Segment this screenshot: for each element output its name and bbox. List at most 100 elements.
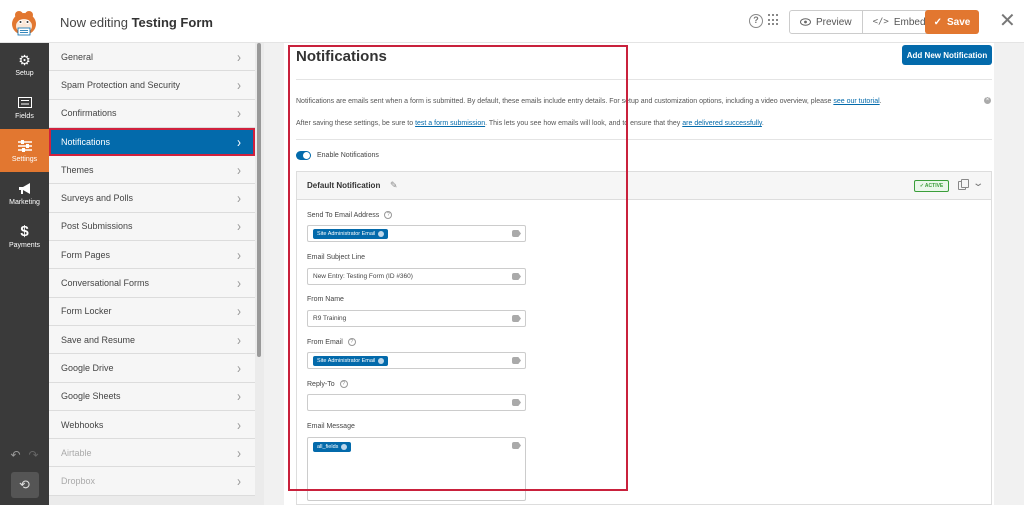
sidebar-scrollbar[interactable]	[257, 43, 261, 357]
smart-tags-icon[interactable]	[512, 230, 521, 237]
chevron-right-icon: ›	[237, 246, 241, 264]
settings-nav-form-pages[interactable]: Form Pages ›	[49, 241, 255, 270]
nav-label: Form Pages	[61, 249, 111, 260]
settings-nav-webhooks[interactable]: Webhooks ›	[49, 410, 255, 440]
remove-tag-icon[interactable]	[378, 357, 385, 364]
settings-nav-google-drive[interactable]: Google Drive ›	[49, 354, 255, 383]
rail-item-settings[interactable]: Settings	[0, 129, 49, 172]
divider	[296, 139, 992, 140]
nav-label: Notifications	[61, 136, 111, 147]
from-name-field[interactable]: R9 Training	[307, 310, 526, 327]
code-icon: </>	[872, 17, 889, 27]
delivered-link[interactable]: are delivered successfully	[682, 120, 762, 127]
close-icon[interactable]: ✕	[999, 11, 1016, 31]
smart-tags-icon[interactable]	[512, 357, 521, 364]
add-new-notification-button[interactable]: Add New Notification	[902, 45, 992, 65]
notification-card: Default Notification ✎ ✓ ACTIVE ⌄ Send To…	[296, 171, 992, 505]
preview-button[interactable]: Preview	[790, 11, 862, 33]
embed-label: Embed	[893, 16, 926, 28]
preview-embed-group: Preview </> Embed	[789, 10, 937, 34]
undo-redo: ↶ ↷	[0, 448, 49, 466]
rail-item-fields[interactable]: Fields	[0, 86, 49, 129]
nav-label: Themes	[61, 164, 94, 175]
test-submission-link[interactable]: test a form submission	[415, 120, 485, 127]
rail-item-label: Payments	[8, 241, 41, 249]
send-to-field[interactable]: Site Administrator Email	[307, 225, 526, 242]
subject-label-text: Email Subject Line	[307, 254, 365, 261]
help-icon[interactable]: ?	[339, 380, 348, 388]
help-icon[interactable]: ?	[749, 14, 763, 28]
nav-label: Google Drive	[61, 362, 114, 373]
enable-notifications-toggle[interactable]	[296, 151, 311, 160]
remove-tag-icon[interactable]	[341, 444, 348, 450]
nav-label: Post Submissions	[61, 221, 133, 232]
notification-card-header[interactable]: Default Notification ✎ ✓ ACTIVE ⌄	[297, 172, 991, 200]
remove-tag-icon[interactable]	[378, 230, 385, 237]
history-icon[interactable]: ⟲	[10, 472, 39, 498]
nav-label: Dropbox	[61, 476, 96, 487]
send-to-label-text: Send To Email Address	[307, 211, 380, 219]
tutorial-link[interactable]: see our tutorial	[833, 98, 879, 105]
chevron-right-icon: ›	[237, 444, 241, 462]
settings-nav-airtable[interactable]: Airtable ›	[49, 439, 255, 468]
save-button[interactable]: ✓ Save	[925, 10, 979, 34]
smart-tag[interactable]: all_fields	[313, 442, 352, 452]
duplicate-icon[interactable]	[958, 179, 969, 190]
nav-label: Confirmations	[61, 108, 117, 119]
nav-label: Google Sheets	[61, 391, 121, 402]
rail-item-setup[interactable]: ⚙ Setup	[0, 43, 49, 86]
status-badge: ✓ ACTIVE	[914, 180, 949, 192]
reply-to-field[interactable]	[307, 394, 526, 411]
smart-tag[interactable]: Site Administrator Email	[313, 355, 389, 366]
desc2-b: . This lets you see how emails will look…	[485, 120, 681, 127]
settings-nav-notifications[interactable]: Notifications ›	[49, 127, 255, 157]
smart-tag-label: Site Administrator Email	[317, 357, 376, 364]
settings-nav-post-submissions[interactable]: Post Submissions ›	[49, 212, 255, 242]
nav-label: Airtable	[61, 447, 92, 458]
pencil-icon[interactable]: ✎	[390, 180, 398, 191]
grid-menu-icon[interactable]	[768, 14, 780, 26]
smart-tags-icon[interactable]	[512, 273, 521, 280]
rail-item-label: Setup	[15, 69, 34, 77]
smart-tag[interactable]: Site Administrator Email	[313, 228, 389, 239]
settings-nav-google-sheets[interactable]: Google Sheets ›	[49, 382, 255, 411]
desc1-text: Notifications are emails sent when a for…	[296, 98, 832, 105]
settings-nav-conversational-forms[interactable]: Conversational Forms ›	[49, 269, 255, 298]
settings-nav-surveys-polls[interactable]: Surveys and Polls ›	[49, 184, 255, 213]
message-textarea[interactable]: all_fields	[307, 437, 526, 501]
status-text: ACTIVE	[924, 183, 944, 189]
smart-tags-icon[interactable]	[512, 442, 521, 449]
gear-icon: ⚙	[18, 51, 31, 68]
chevron-right-icon: ›	[237, 387, 241, 405]
settings-nav-themes[interactable]: Themes ›	[49, 156, 255, 185]
rail-item-marketing[interactable]: Marketing	[0, 172, 49, 215]
chevron-down-icon[interactable]: ⌄	[972, 178, 984, 189]
message-label: Email Message	[307, 423, 355, 430]
reply-to-label: Reply-To ?	[307, 380, 348, 388]
panel-title: Notifications	[296, 48, 387, 65]
subject-field[interactable]: New Entry: Testing Form (ID #360)	[307, 268, 526, 285]
title-prefix: Now editing	[60, 15, 128, 30]
checkmark-icon: ✓	[933, 16, 943, 28]
help-icon[interactable]: ?	[347, 338, 356, 346]
from-email-field[interactable]: Site Administrator Email	[307, 352, 526, 369]
settings-nav-dropbox[interactable]: Dropbox ›	[49, 467, 255, 496]
message-label-text: Email Message	[307, 423, 355, 430]
settings-nav-form-locker[interactable]: Form Locker ›	[49, 297, 255, 326]
settings-nav-confirmations[interactable]: Confirmations ›	[49, 99, 255, 128]
enable-notifications-label: Enable Notifications	[317, 152, 379, 159]
smart-tags-icon[interactable]	[512, 315, 521, 322]
chevron-right-icon: ›	[237, 104, 241, 122]
redo-icon[interactable]: ↷	[29, 448, 39, 466]
settings-nav-save-resume[interactable]: Save and Resume ›	[49, 325, 255, 355]
chevron-right-icon: ›	[237, 302, 241, 320]
dismiss-icon[interactable]: ×	[984, 97, 991, 104]
settings-nav-spam-protection[interactable]: Spam Protection and Security ›	[49, 71, 255, 100]
enable-notifications-row: Enable Notifications	[296, 151, 379, 160]
undo-icon[interactable]: ↶	[10, 448, 20, 466]
nav-label: Form Locker	[61, 306, 112, 317]
settings-nav-general[interactable]: General ›	[49, 43, 255, 72]
rail-item-payments[interactable]: $ Payments	[0, 215, 49, 258]
help-icon[interactable]: ?	[384, 211, 393, 219]
smart-tags-icon[interactable]	[512, 399, 521, 406]
